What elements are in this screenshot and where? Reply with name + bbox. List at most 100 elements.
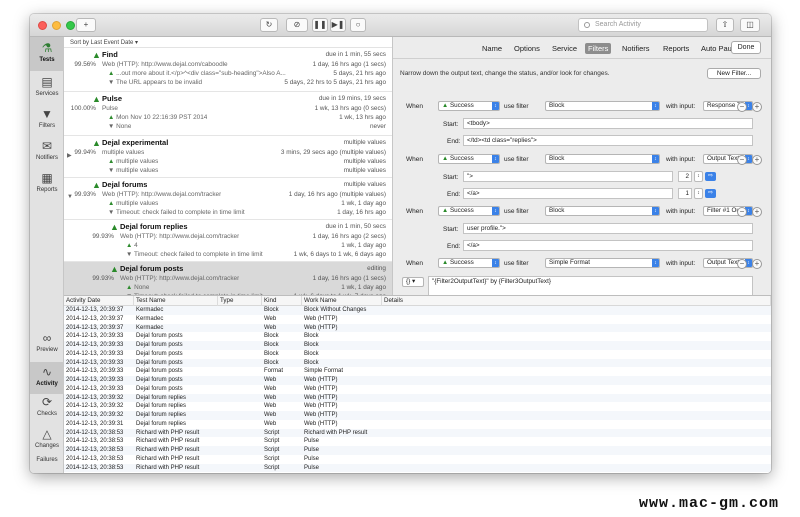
start-field[interactable]: <tbody>	[463, 118, 753, 129]
add-button[interactable]: +	[76, 18, 96, 32]
table-row[interactable]: 2014-12-13, 20:39:33Dejal forum posts▼ F…	[64, 341, 771, 350]
occurrence-field[interactable]: 1	[678, 188, 692, 199]
token-menu[interactable]: {} ▾	[402, 277, 424, 287]
filter-type-select[interactable]: Block ↕	[545, 101, 660, 111]
task-item[interactable]: Dejal forums multiple values 99.93% Web (HT…	[64, 178, 392, 220]
tab-filters[interactable]: Filters	[585, 43, 612, 54]
task-change-text: multiple values	[116, 158, 159, 165]
direction-icon[interactable]: ⇨	[705, 189, 716, 198]
status-select[interactable]: ▲ Success ↕	[438, 258, 500, 268]
filter-type-select[interactable]: Simple Format ↕	[545, 258, 660, 268]
status-select[interactable]: ▲ Success ↕	[438, 154, 500, 164]
add-filter-button[interactable]: +	[752, 155, 762, 165]
sidebar-item-tests[interactable]: ⚗ Tests	[30, 37, 64, 71]
sidebar-item-checks[interactable]: ⟳ Checks	[30, 395, 64, 425]
tab-name[interactable]: Name	[479, 43, 505, 54]
share-icon[interactable]: ⇧	[716, 18, 734, 32]
task-item[interactable]: Dejal forum posts editing 99.93% Web (HTTP)…	[64, 262, 392, 295]
task-status-icon: ▲	[92, 138, 101, 148]
table-row[interactable]: 2014-12-13, 20:38:53 Richard with PHP res…	[64, 428, 771, 438]
filter-type-select[interactable]: Block ↕	[545, 206, 660, 216]
end-field[interactable]: </a>	[463, 240, 753, 251]
occurrence-field[interactable]: 2	[678, 171, 692, 182]
table-row[interactable]: 2014-12-13, 20:39:33Dejal forum posts▼ F…	[64, 350, 771, 359]
table-row[interactable]: 2014-12-13, 20:39:37Kermadec▤ ServiceWeb…	[64, 315, 771, 324]
sidebar-icon[interactable]: ◫	[740, 18, 760, 32]
end-field[interactable]: </a>	[463, 188, 673, 199]
table-row[interactable]: 2014-12-13, 20:39:37Kermadec↻ Test start…	[64, 323, 771, 333]
minimize-window-button[interactable]	[52, 21, 61, 30]
direction-icon[interactable]: ⇨	[705, 172, 716, 181]
table-row[interactable]: 2014-12-13, 20:39:33Dejal forum posts▼ F…	[64, 358, 771, 368]
status-select[interactable]: ▲ Success ↕	[438, 101, 500, 111]
filter-type-select[interactable]: Block ↕	[545, 154, 660, 164]
add-filter-button[interactable]: +	[752, 259, 762, 269]
end-field[interactable]: </td><td class="replies">	[463, 135, 753, 146]
table-row[interactable]: 2014-12-13, 20:39:33Dejal forum posts▤ S…	[64, 376, 771, 385]
column-header-kind[interactable]: Kind	[262, 296, 302, 306]
occurrence-stepper[interactable]: ↕	[694, 171, 703, 182]
remove-filter-button[interactable]: −	[737, 259, 747, 269]
tab-options[interactable]: Options	[511, 43, 543, 54]
column-header-work-name[interactable]: Work Name	[302, 296, 382, 306]
table-row[interactable]: 2014-12-13, 20:39:32Dejal forum replies↻…	[64, 393, 771, 403]
start-field[interactable]: user profile.">	[463, 223, 753, 234]
tab-notifiers[interactable]: Notifiers	[619, 43, 653, 54]
column-header-details[interactable]: Details	[382, 296, 771, 306]
step-icon[interactable]: ▶❚	[330, 18, 346, 32]
disclosure-triangle-icon[interactable]: ▼	[67, 194, 73, 200]
pause-icon[interactable]: ❚❚	[312, 18, 328, 32]
sidebar-item-failures[interactable]: Failures	[30, 457, 64, 473]
task-item[interactable]: Pulse due in 19 mins, 19 secs 100.00% Pulse…	[64, 92, 392, 136]
table-row[interactable]: 2014-12-13, 20:38:53 Richard with PHP res…	[64, 437, 771, 446]
remove-filter-button[interactable]: −	[737, 207, 747, 217]
sidebar-item-reports[interactable]: ▦ Reports	[30, 171, 64, 201]
table-row[interactable]: 2014-12-13, 20:38:53 Richard with PHP res…	[64, 455, 771, 464]
sidebar-item-activity[interactable]: ∿ Activity	[30, 362, 64, 394]
eye-slash-icon[interactable]: ⊘	[286, 18, 308, 32]
circle-icon[interactable]: ○	[350, 18, 366, 32]
table-row[interactable]: 2014-12-13, 20:39:33Dejal forum posts▼ F…	[64, 332, 771, 341]
sidebar-item-preview[interactable]: ∞ Preview	[30, 331, 64, 361]
disclosure-triangle-icon[interactable]: ▶	[67, 152, 72, 159]
task-item[interactable]: Find due in 1 min, 55 secs 99.56% Web (HTTP…	[64, 48, 392, 92]
sidebar-item-filters[interactable]: ▼ Filters	[30, 107, 64, 137]
zoom-window-button[interactable]	[66, 21, 75, 30]
table-row[interactable]: 2014-12-13, 20:38:53 Richard with PHP res…	[64, 463, 771, 473]
add-filter-button[interactable]: +	[752, 102, 762, 112]
table-row[interactable]: 2014-12-13, 20:39:31Dejal forum replies↻…	[64, 420, 771, 429]
sort-menu[interactable]: Sort by Last Event Date ▾	[64, 37, 392, 48]
services-icon: ▤	[41, 75, 53, 89]
remove-filter-button[interactable]: −	[737, 102, 747, 112]
sidebar-item-services[interactable]: ▤ Services	[30, 75, 64, 105]
status-select[interactable]: ▲ Success ↕	[438, 206, 500, 216]
close-window-button[interactable]	[38, 21, 47, 30]
reload-icon[interactable]: ↻	[260, 18, 278, 32]
start-field[interactable]: ">	[463, 171, 673, 182]
sidebar-item-changes[interactable]: △ Changes	[30, 427, 64, 457]
remove-filter-button[interactable]: −	[737, 155, 747, 165]
table-row[interactable]: 2014-12-13, 20:39:33Dejal forum posts▼ F…	[64, 367, 771, 376]
table-row[interactable]: 2014-12-13, 20:39:32Dejal forum replies↻…	[64, 411, 771, 420]
task-item[interactable]: Dejal experimental multiple values 99.94% m…	[64, 136, 392, 178]
search-input[interactable]: Search Activity	[578, 18, 708, 32]
add-filter-button[interactable]: +	[752, 207, 762, 217]
column-header-test-name[interactable]: Test Name	[134, 296, 218, 306]
task-item[interactable]: Dejal forum replies due in 1 min, 50 secs…	[64, 220, 392, 262]
column-header-date[interactable]: Activity Date	[64, 296, 134, 306]
table-row[interactable]: 2014-12-13, 20:38:53 Richard with PHP res…	[64, 446, 771, 455]
log-cell: Web (HTTP)	[304, 412, 338, 418]
sidebar-item-notifiers[interactable]: ✉ Notifiers	[30, 139, 64, 169]
tab-reports[interactable]: Reports	[660, 43, 692, 54]
table-row[interactable]: 2014-12-13, 20:39:33Dejal forum posts↻ T…	[64, 385, 771, 394]
tab-service[interactable]: Service	[549, 43, 580, 54]
log-cell: Richard with PHP result	[304, 429, 368, 436]
task-last-change: ▲ multiple values	[108, 157, 158, 166]
column-header-type[interactable]: Type	[218, 296, 262, 306]
table-row[interactable]: 2014-12-13, 20:39:32Dejal forum replies▤…	[64, 402, 771, 411]
new-filter-button[interactable]: New Filter...	[707, 68, 761, 79]
occurrence-stepper[interactable]: ↕	[694, 188, 703, 199]
table-row[interactable]: 2014-12-13, 20:39:37Kermadec▼ FilterBloc…	[64, 306, 771, 315]
task-service: Web (HTTP): http://www.dejal.com/tracker	[102, 191, 222, 198]
done-button[interactable]: Done	[731, 41, 761, 54]
